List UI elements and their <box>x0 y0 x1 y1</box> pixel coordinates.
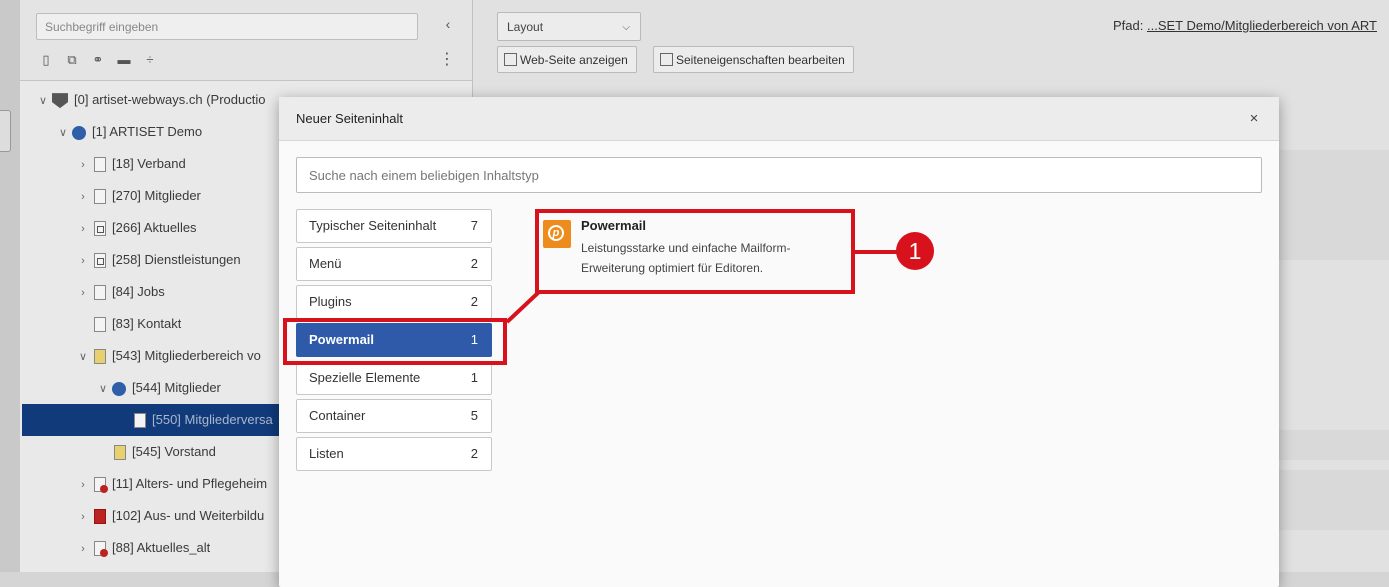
category-count: 2 <box>470 256 478 271</box>
category-label: Listen <box>309 446 344 461</box>
new-content-element-wizard: Neuer Seiteninhalt × Typischer Seiteninh… <box>279 97 1279 587</box>
modal-title: Neuer Seiteninhalt <box>296 111 403 126</box>
category-label: Spezielle Elemente <box>309 370 421 385</box>
category-tab[interactable]: Container 5 <box>296 399 492 433</box>
category-label: Powermail <box>309 332 375 347</box>
category-count: 5 <box>470 408 478 423</box>
category-tab[interactable]: Spezielle Elemente 1 <box>296 361 492 395</box>
element-title: Powermail <box>581 218 647 233</box>
category-label: Container <box>309 408 366 423</box>
category-tab[interactable]: Plugins 2 <box>296 285 492 319</box>
powermail-icon: p <box>543 220 571 248</box>
category-tab[interactable]: Menü 2 <box>296 247 492 281</box>
category-count: 1 <box>470 370 478 385</box>
category-count: 7 <box>470 218 478 233</box>
category-tab[interactable]: Typischer Seiteninhalt 7 <box>296 209 492 243</box>
modal-header: Neuer Seiteninhalt × <box>279 97 1279 141</box>
powermail-element[interactable]: p Powermail Leistungsstarke und einfache… <box>540 213 840 277</box>
step-number-badge: 1 <box>896 232 934 270</box>
category-count: 2 <box>470 446 478 461</box>
content-type-search-input[interactable] <box>296 157 1262 193</box>
category-label: Plugins <box>309 294 352 309</box>
category-label: Typischer Seiteninhalt <box>309 218 437 233</box>
category-list: Typischer Seiteninhalt 7 Menü 2 Plugins 2 Powe… <box>296 209 492 475</box>
category-tab[interactable]: Listen 2 <box>296 437 492 471</box>
category-tab[interactable]: Powermail 1 <box>296 323 492 357</box>
close-icon[interactable]: × <box>1245 110 1263 128</box>
category-count: 2 <box>470 294 478 309</box>
element-description: Leistungsstarke und einfache Mailform-Er… <box>581 241 791 275</box>
category-label: Menü <box>309 256 342 271</box>
category-count: 1 <box>470 332 478 347</box>
